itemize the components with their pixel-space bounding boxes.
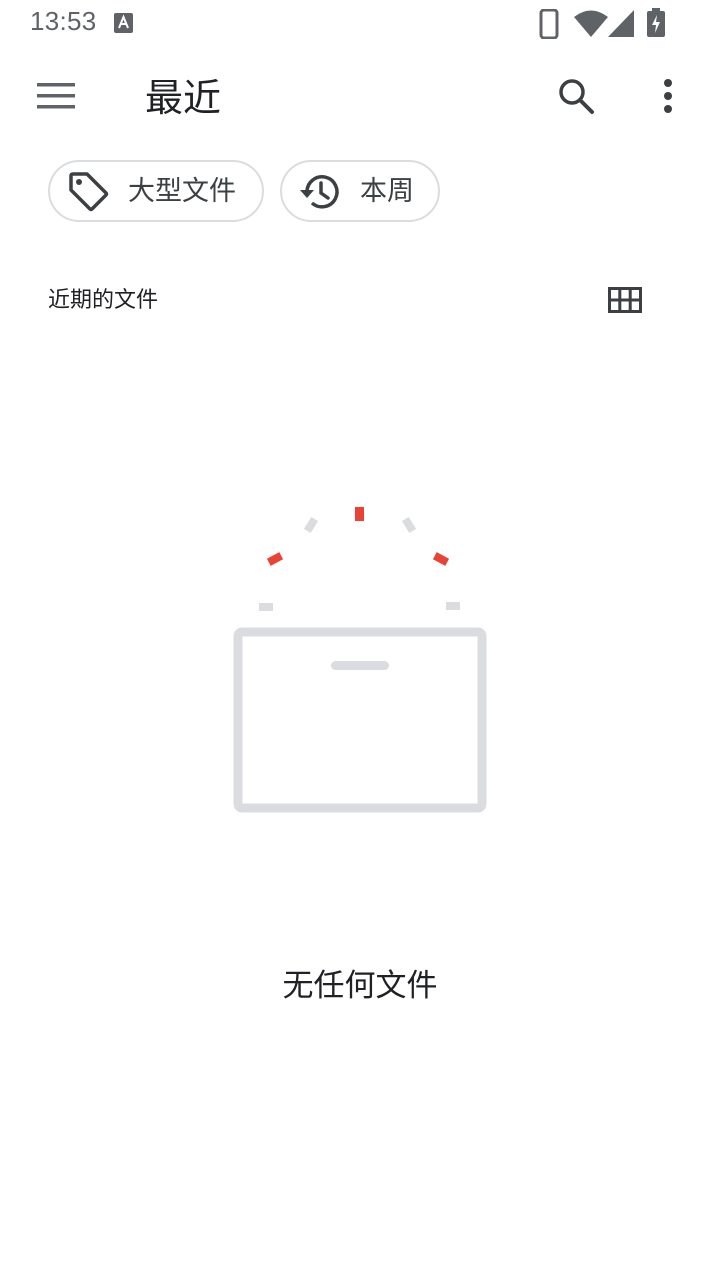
signal-icon xyxy=(608,10,634,37)
phone-icon xyxy=(539,9,559,39)
notification-a-icon xyxy=(114,13,133,33)
battery-charging-icon xyxy=(647,8,665,37)
search-icon xyxy=(559,79,594,114)
page-title: 最近 xyxy=(145,76,222,120)
more-vert-icon xyxy=(664,79,672,113)
menu-icon xyxy=(37,83,75,109)
status-bar: 13:53 xyxy=(0,0,720,48)
more-options-button[interactable] xyxy=(638,66,698,126)
grid-view-toggle[interactable] xyxy=(596,272,654,328)
chip-label: 大型文件 xyxy=(128,176,236,207)
menu-button[interactable] xyxy=(26,66,86,126)
empty-state-message: 无任何文件 xyxy=(282,968,438,1004)
chip-large-files[interactable]: 大型文件 xyxy=(48,160,264,222)
grid-view-icon xyxy=(608,287,642,313)
status-time: 13:53 xyxy=(30,6,97,36)
chip-label: 本周 xyxy=(360,176,414,207)
search-button[interactable] xyxy=(546,66,606,126)
empty-folder-icon xyxy=(233,507,487,813)
section-title: 近期的文件 xyxy=(48,288,159,313)
tag-icon xyxy=(69,172,109,212)
wifi-icon xyxy=(574,10,608,37)
chip-this-week[interactable]: 本周 xyxy=(280,160,440,222)
history-icon xyxy=(300,175,339,209)
